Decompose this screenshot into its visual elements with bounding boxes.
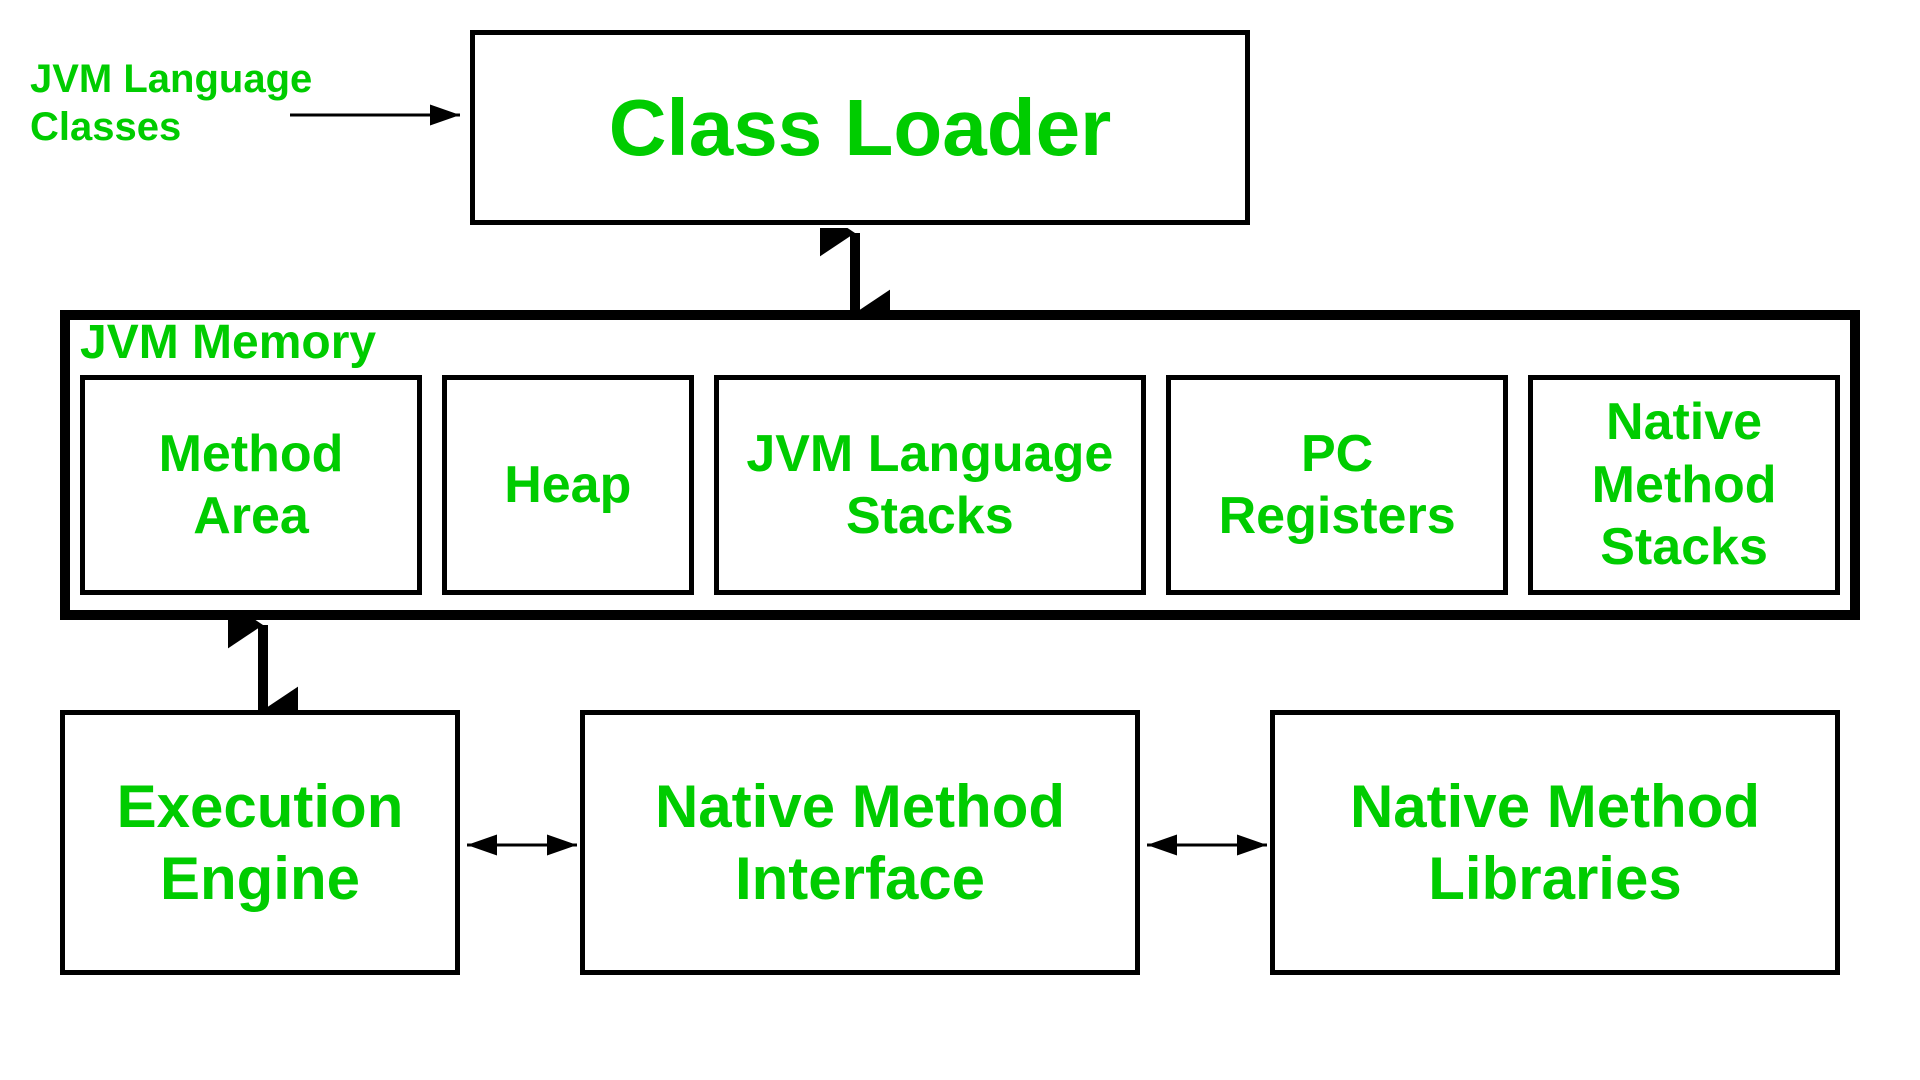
execution-engine-box: ExecutionEngine <box>60 710 460 975</box>
heap-box: Heap <box>442 375 693 595</box>
native-method-libraries-label: Native MethodLibraries <box>1350 771 1760 915</box>
method-area-box: MethodArea <box>80 375 422 595</box>
class-loader-label: Class Loader <box>609 82 1111 174</box>
jvm-language-stacks-box: JVM LanguageStacks <box>714 375 1147 595</box>
arrow-execution-to-nmi <box>462 825 582 865</box>
diagram-container: JVM Language Classes Class Loader JVM Me… <box>0 0 1920 1080</box>
native-method-stacks-box: NativeMethodStacks <box>1528 375 1840 595</box>
jvm-memory-label: JVM Memory <box>80 315 376 370</box>
arrow-to-classloader <box>290 95 475 135</box>
jvm-language-stacks-label: JVM LanguageStacks <box>746 423 1113 548</box>
execution-engine-label: ExecutionEngine <box>117 771 404 915</box>
jvm-language-classes-label: JVM Language Classes <box>30 55 312 151</box>
memory-boxes-container: MethodArea Heap JVM LanguageStacks PCReg… <box>80 375 1840 595</box>
pc-registers-label: PCRegisters <box>1219 423 1456 548</box>
native-method-interface-label: Native MethodInterface <box>655 771 1065 915</box>
class-loader-box: Class Loader <box>470 30 1250 225</box>
native-method-interface-box: Native MethodInterface <box>580 710 1140 975</box>
native-method-libraries-box: Native MethodLibraries <box>1270 710 1840 975</box>
arrow-classloader-to-memory <box>820 228 890 318</box>
arrow-memory-to-execution <box>228 620 298 715</box>
arrow-nmi-to-nml <box>1142 825 1272 865</box>
heap-label: Heap <box>504 454 631 516</box>
pc-registers-box: PCRegisters <box>1166 375 1508 595</box>
method-area-label: MethodArea <box>159 423 344 548</box>
native-method-stacks-label: NativeMethodStacks <box>1592 391 1777 578</box>
